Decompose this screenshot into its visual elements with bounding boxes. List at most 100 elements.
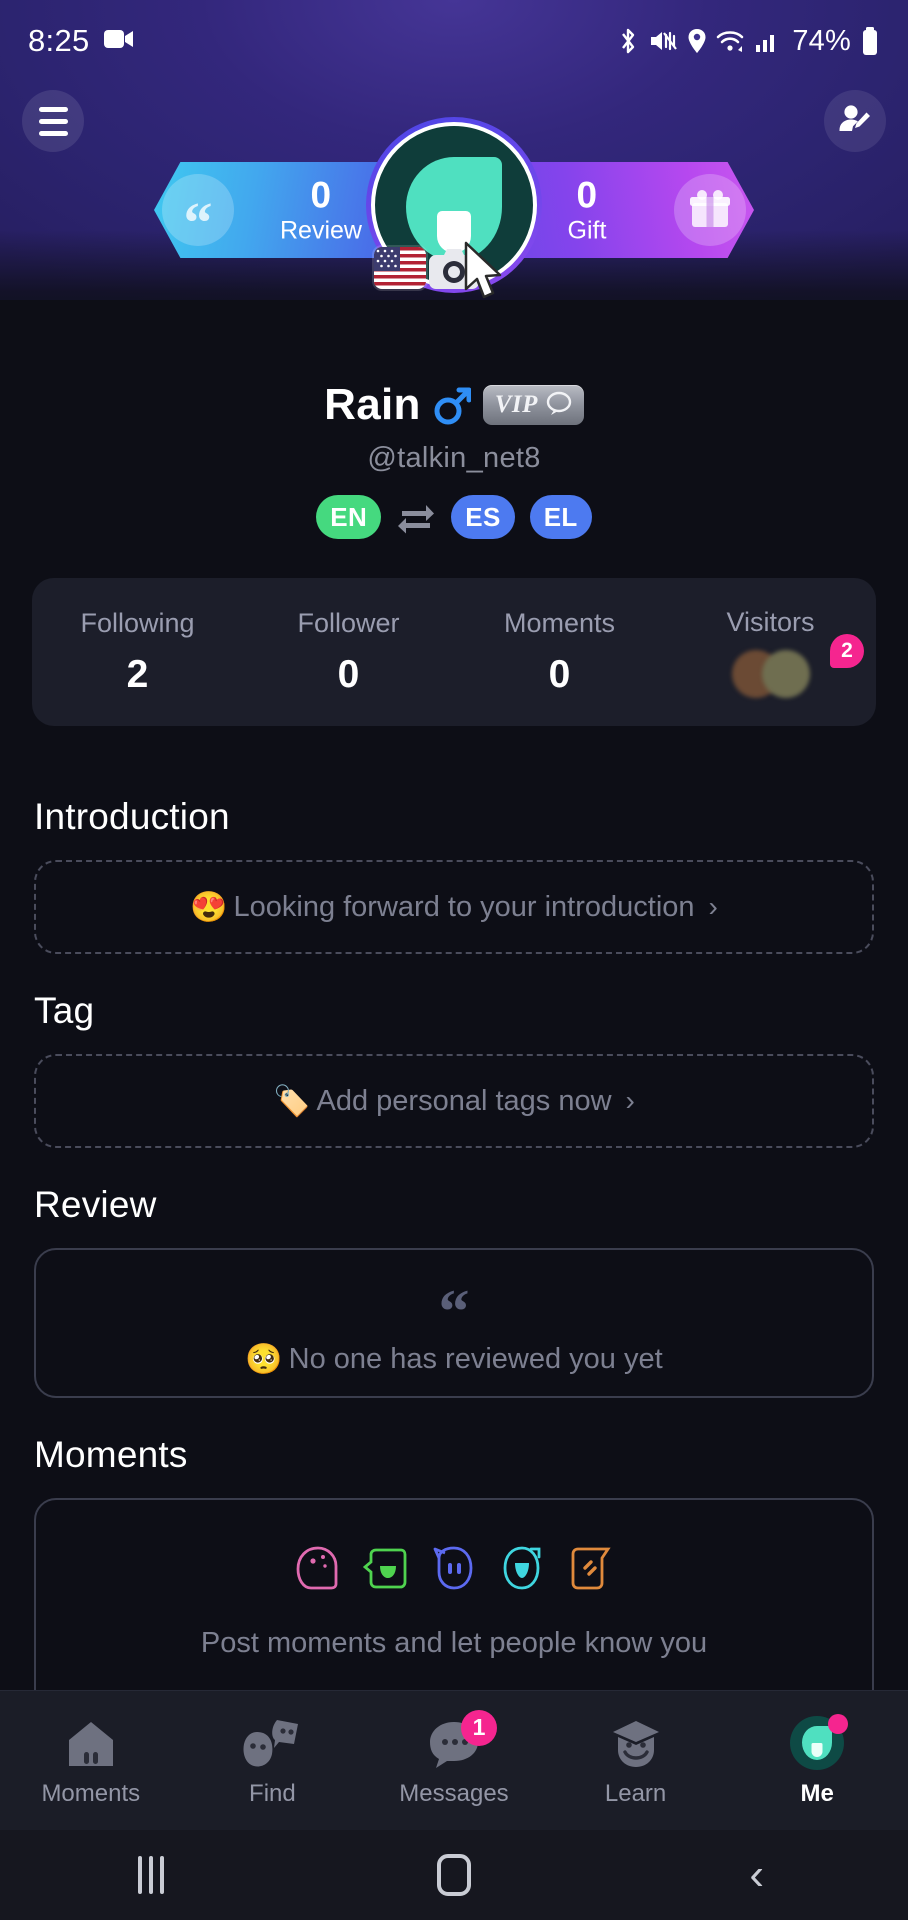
profile-handle: @talkin_net8 — [367, 442, 541, 474]
moment-bubble-icons — [295, 1544, 613, 1597]
stat-value: 0 — [548, 652, 571, 696]
bottom-tab-bar: Moments Find 1 Messages Learn Me — [0, 1690, 908, 1830]
home-icon — [437, 1854, 471, 1896]
stat-label: Follower — [297, 607, 400, 638]
edit-profile-icon — [836, 100, 874, 143]
stat-visitors[interactable]: Visitors 2 — [665, 607, 876, 698]
tab-label: Moments — [41, 1779, 141, 1807]
stats-card: Following 2 Follower 0 Moments 0 Visitor… — [32, 578, 876, 726]
android-navigation-bar: ‹ — [0, 1830, 908, 1920]
battery-icon — [860, 26, 880, 56]
tab-label: Messages — [399, 1779, 509, 1807]
tab-messages[interactable]: 1 Messages — [363, 1709, 545, 1808]
quote-icon: “ — [162, 174, 234, 252]
identity-block: Rain VIP @talkin_net8 EN ES EL — [0, 380, 908, 539]
stat-value: 2 — [126, 652, 149, 696]
stat-label: Visitors — [726, 606, 815, 637]
visitor-avatars: 2 — [665, 633, 876, 698]
cellular-signal-icon — [755, 28, 779, 54]
tab-label: Find — [249, 1779, 296, 1807]
tab-learn[interactable]: Learn — [545, 1714, 727, 1808]
tab-label: Me — [800, 1779, 834, 1807]
profile-avatar-icon — [790, 1713, 849, 1770]
vip-speech-bubble-icon — [546, 391, 572, 420]
us-flag-badge — [372, 245, 428, 291]
back-icon: ‹ — [749, 1850, 764, 1899]
hamburger-menu-button[interactable] — [22, 90, 84, 152]
tag-title: Tag — [34, 990, 95, 1031]
status-bar: 8:25 74% — [0, 0, 908, 82]
home-button[interactable] — [303, 1854, 606, 1896]
introduction-placeholder: Looking forward to your introduction — [233, 890, 695, 923]
tab-label: Learn — [604, 1779, 667, 1807]
review-empty-line: 🥺 No one has reviewed you yet — [245, 1342, 662, 1377]
profile-screen: 8:25 74% “ 0 Review 0 Gift Rain VIP @tal… — [0, 0, 908, 1920]
language-row: EN ES EL — [0, 495, 908, 539]
recents-button[interactable] — [0, 1856, 303, 1894]
status-bar-right: 74% — [617, 25, 880, 58]
edit-profile-button[interactable] — [824, 90, 886, 152]
back-button[interactable]: ‹ — [605, 1853, 908, 1897]
review-quote-icon: “ — [438, 1278, 470, 1347]
location-icon — [687, 27, 707, 55]
top-action-bar — [0, 88, 908, 154]
screen-recorder-icon — [103, 28, 134, 55]
gift-icon — [674, 174, 746, 246]
review-section: Review “ 🥺 No one has reviewed you yet — [0, 1184, 908, 1398]
language-pill-native[interactable]: EN — [316, 495, 382, 539]
stat-moments[interactable]: Moments 0 — [454, 608, 665, 697]
moment-bubble-green-icon — [362, 1544, 409, 1597]
visitor-avatar-2 — [761, 649, 810, 698]
label-tag-emoji-icon: 🏷️ — [273, 1084, 311, 1118]
stat-value: 0 — [337, 652, 360, 696]
tag-section: Tag 🏷️ Add personal tags now › — [0, 990, 908, 1148]
chevron-right-icon: › — [625, 1085, 635, 1116]
tag-placeholder: Add personal tags now — [316, 1084, 612, 1117]
add-tags-button[interactable]: 🏷️ Add personal tags now › — [34, 1054, 874, 1148]
hamburger-menu-icon — [38, 106, 68, 136]
tab-me[interactable]: Me — [726, 1713, 908, 1808]
chat-bubble-icon: 1 — [425, 1709, 497, 1770]
status-bar-left: 8:25 — [28, 23, 134, 59]
add-introduction-button[interactable]: 😍 Looking forward to your introduction › — [34, 860, 874, 954]
stat-follower[interactable]: Follower 0 — [243, 608, 454, 697]
me-notification-dot — [828, 1713, 849, 1734]
review-empty-card[interactable]: “ 🥺 No one has reviewed you yet — [34, 1248, 874, 1398]
wifi-icon — [716, 28, 746, 54]
moment-bubble-cyan-icon — [499, 1544, 545, 1597]
status-time: 8:25 — [28, 23, 90, 58]
moments-placeholder: Post moments and let people know you — [200, 1627, 708, 1659]
visitors-count-badge: 2 — [830, 633, 864, 668]
stat-label: Following — [80, 607, 195, 638]
moment-bubble-pink-icon — [295, 1544, 341, 1597]
quote-glyph: “ — [183, 190, 213, 255]
male-gender-icon — [433, 385, 471, 425]
tab-moments[interactable]: Moments — [0, 1714, 182, 1808]
moments-title: Moments — [34, 1434, 188, 1475]
chevron-right-icon: › — [708, 891, 718, 922]
bluetooth-icon — [617, 26, 639, 56]
messages-unread-badge: 1 — [460, 1709, 497, 1746]
language-pill-learning-2[interactable]: EL — [529, 495, 592, 539]
moment-bubble-orange-icon — [567, 1544, 613, 1597]
battery-percent: 74% — [792, 24, 851, 57]
graduation-face-icon — [607, 1714, 665, 1770]
profile-name: Rain — [324, 380, 421, 429]
introduction-section: Introduction 😍 Looking forward to your i… — [0, 796, 908, 954]
house-icon — [62, 1714, 120, 1770]
me-logo-smile — [811, 1742, 823, 1757]
language-pill-learning-1[interactable]: ES — [451, 495, 515, 539]
tab-find[interactable]: Find — [182, 1714, 364, 1808]
stat-following[interactable]: Following 2 — [32, 608, 243, 697]
heart-eyes-emoji-icon: 😍 — [190, 890, 228, 924]
me-logo-bubble — [802, 1725, 833, 1760]
pleading-face-emoji-icon: 🥺 — [245, 1342, 283, 1376]
vip-badge[interactable]: VIP — [482, 385, 584, 425]
mouse-cursor — [462, 241, 508, 308]
recents-icon — [138, 1856, 165, 1894]
moments-section: Moments Post moments and let people know… — [0, 1434, 908, 1728]
faces-icon — [241, 1714, 303, 1770]
name-row: Rain VIP — [0, 380, 908, 430]
review-title: Review — [34, 1184, 157, 1225]
introduction-title: Introduction — [34, 796, 230, 837]
